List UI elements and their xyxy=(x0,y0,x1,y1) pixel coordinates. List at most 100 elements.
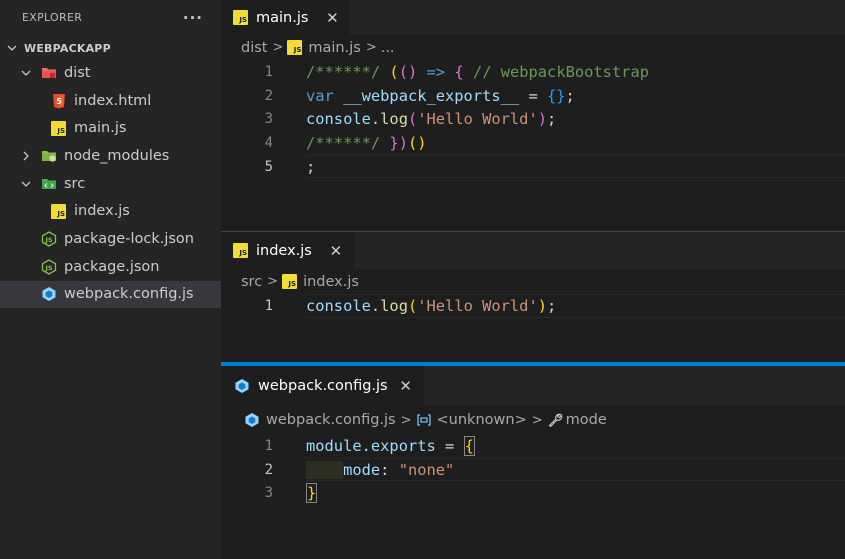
line-number: 2 xyxy=(264,461,273,478)
code-line: 5 ; xyxy=(221,154,845,179)
breadcrumb: dist > JS main.js > ... xyxy=(221,35,845,60)
tab-webpack-config-js[interactable]: webpack.config.js ✕ xyxy=(221,366,424,406)
tree-item-label: dist xyxy=(64,64,91,81)
tree-item-label: webpack.config.js xyxy=(64,286,194,303)
chevron-right-icon: > xyxy=(272,40,284,55)
tree-item-index-html[interactable]: 5 index.html xyxy=(0,87,221,115)
line-content: mode: "none" xyxy=(306,460,454,479)
breadcrumb-file[interactable]: webpack.config.js xyxy=(266,412,396,428)
line-number: 1 xyxy=(264,437,273,454)
chevron-right-icon: > xyxy=(400,412,412,428)
breadcrumb-file[interactable]: main.js xyxy=(308,40,360,56)
explorer-sidebar: EXPLORER ··· WEBPACKAPP dist 5 index.htm… xyxy=(0,0,221,559)
js-file-icon: JS xyxy=(233,10,248,25)
wrench-icon xyxy=(547,412,564,428)
symbol-variable-icon xyxy=(416,412,433,428)
tree-item-node-modules[interactable]: node_modules xyxy=(0,142,221,170)
tree-item-main-js[interactable]: JS main.js xyxy=(0,114,221,142)
node-json-icon: JS xyxy=(40,231,57,247)
breadcrumb-more[interactable]: ... xyxy=(381,40,395,56)
js-file-icon: JS xyxy=(50,120,67,136)
code-editor[interactable]: 1 console.log('Hello World'); xyxy=(221,294,845,318)
svg-text:5: 5 xyxy=(56,97,62,106)
js-file-icon: JS xyxy=(233,243,248,258)
chevron-down-icon xyxy=(4,40,20,56)
tree-item-label: package.json xyxy=(64,258,160,275)
js-file-icon: JS xyxy=(50,203,67,219)
more-actions-icon[interactable]: ··· xyxy=(183,9,203,27)
workspace-root[interactable]: WEBPACKAPP xyxy=(0,37,221,59)
chevron-right-icon: > xyxy=(267,274,279,289)
webpack-icon xyxy=(40,286,57,302)
line-number: 4 xyxy=(264,134,273,151)
tab-bar: webpack.config.js ✕ xyxy=(221,366,845,406)
line-number: 1 xyxy=(264,297,273,314)
code-line: 1 console.log('Hello World'); xyxy=(221,294,845,318)
tab-index-js[interactable]: JS index.js ✕ xyxy=(221,232,354,269)
tree-item-label: src xyxy=(64,175,86,192)
tab-bar: JS index.js ✕ xyxy=(221,232,845,269)
breadcrumb: src > JS index.js xyxy=(221,269,845,294)
line-number: 1 xyxy=(264,63,273,80)
tab-label: index.js xyxy=(256,242,312,259)
editor-group-index-js: JS index.js ✕ src > JS index.js 1 consol… xyxy=(221,232,845,362)
line-content: } xyxy=(306,483,318,504)
tree-item-label: node_modules xyxy=(64,147,170,164)
breadcrumb-file[interactable]: index.js xyxy=(303,274,359,290)
code-line: 4 /******/ })() xyxy=(221,131,845,155)
line-content: /******/ })() xyxy=(306,133,427,152)
editor-group-main-js: JS main.js ✕ dist > JS main.js > ... 1 /… xyxy=(221,0,845,231)
dist-folder-icon xyxy=(40,65,57,81)
breadcrumb-property[interactable]: mode xyxy=(566,412,607,428)
breadcrumb-folder[interactable]: dist xyxy=(241,40,267,56)
code-line: 1 module.exports = { xyxy=(221,434,845,458)
tree-item-dist[interactable]: dist xyxy=(0,59,221,87)
line-content: console.log('Hello World'); xyxy=(306,296,557,315)
tree-item-package-json[interactable]: JS package.json xyxy=(0,253,221,281)
line-number: 3 xyxy=(264,111,273,128)
editor-group-webpack-config: webpack.config.js ✕ webpack.config.js > … xyxy=(221,366,845,559)
line-number: 3 xyxy=(264,485,273,502)
html-file-icon: 5 xyxy=(50,93,67,109)
close-icon[interactable]: ✕ xyxy=(324,9,340,27)
webpack-icon xyxy=(243,412,260,428)
chevron-down-icon xyxy=(18,65,34,81)
tree-item-label: main.js xyxy=(74,120,127,137)
breadcrumb: webpack.config.js > <unknown> > mode xyxy=(221,406,845,434)
tree-item-index-js[interactable]: JS index.js xyxy=(0,197,221,225)
tree-item-label: package-lock.json xyxy=(64,230,194,247)
svg-text:JS: JS xyxy=(44,236,52,244)
explorer-header: EXPLORER ··· xyxy=(0,0,221,35)
line-content: var __webpack_exports__ = {}; xyxy=(306,86,575,105)
tree-item-src[interactable]: src xyxy=(0,170,221,198)
code-line: 1 /******/ (() => { // webpackBootstrap xyxy=(221,60,845,84)
code-editor[interactable]: 1 module.exports = { 2 mode: "none" 3 } xyxy=(221,434,845,505)
breadcrumb-folder[interactable]: src xyxy=(241,274,262,290)
line-content: console.log('Hello World'); xyxy=(306,110,557,129)
tab-label: main.js xyxy=(256,9,309,26)
line-number: 5 xyxy=(264,158,273,175)
tree-item-package-lock-json[interactable]: JS package-lock.json xyxy=(0,225,221,253)
svg-text:JS: JS xyxy=(44,264,52,272)
close-icon[interactable]: ✕ xyxy=(398,377,414,395)
line-content: /******/ (() => { // webpackBootstrap xyxy=(306,62,649,81)
code-line: 3 } xyxy=(221,481,845,505)
chevron-right-icon: > xyxy=(365,40,377,55)
chevron-right-icon xyxy=(18,148,34,164)
code-editor[interactable]: 1 /******/ (() => { // webpackBootstrap … xyxy=(221,60,845,179)
breadcrumb-symbol[interactable]: <unknown> xyxy=(437,412,527,428)
tree-item-label: index.js xyxy=(74,203,130,220)
line-number: 2 xyxy=(264,87,273,104)
workspace-root-label: WEBPACKAPP xyxy=(24,41,111,55)
tree-item-webpack-config-js[interactable]: webpack.config.js xyxy=(0,280,221,309)
chevron-down-icon xyxy=(18,176,34,192)
close-icon[interactable]: ✕ xyxy=(328,242,344,260)
node-json-icon: JS xyxy=(40,258,57,275)
tab-main-js[interactable]: JS main.js ✕ xyxy=(221,0,351,35)
code-line: 3 console.log('Hello World'); xyxy=(221,107,845,131)
explorer-title: EXPLORER xyxy=(22,11,83,24)
tree-item-label: index.html xyxy=(74,92,152,109)
js-file-icon: JS xyxy=(287,40,303,55)
chevron-right-icon: > xyxy=(531,412,543,428)
code-line: 2 var __webpack_exports__ = {}; xyxy=(221,84,845,108)
